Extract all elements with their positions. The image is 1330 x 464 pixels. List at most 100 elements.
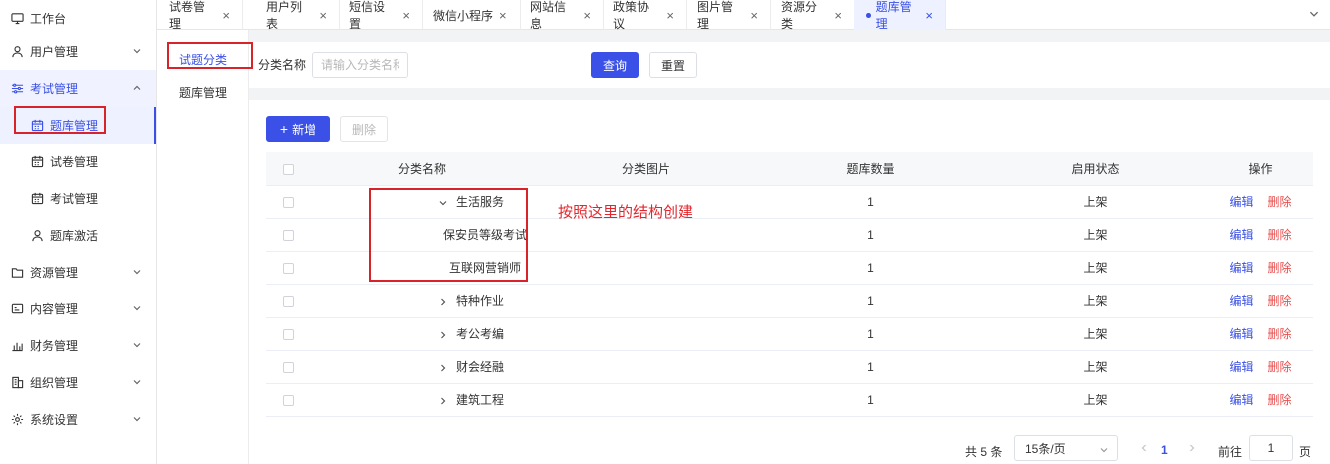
prev-page-icon[interactable] — [1139, 442, 1149, 452]
name-cell: 特种作业 — [310, 284, 534, 318]
row-checkbox[interactable] — [282, 295, 294, 307]
category-name: 生活服务 — [456, 195, 505, 209]
close-icon[interactable]: × — [925, 8, 933, 23]
tab-image-management[interactable]: 图片管理 × — [685, 0, 771, 31]
calendar-icon — [30, 155, 44, 169]
row-checkbox[interactable] — [282, 262, 294, 274]
table-row: 生活服务 1 上架 编辑 删除 — [266, 185, 1313, 219]
chevron-down-icon — [1099, 444, 1109, 454]
edit-link[interactable]: 编辑 — [1229, 360, 1253, 374]
page-suffix: 页 — [1299, 445, 1312, 459]
tab-label: 短信设置 — [349, 0, 386, 31]
sidebar-item-label: 用户管理 — [30, 45, 79, 59]
sidebar-item-label: 内容管理 — [30, 302, 79, 316]
select-all-checkbox[interactable] — [282, 163, 294, 175]
count-cell: 1 — [758, 284, 983, 318]
category-name: 互联网营销师 — [449, 261, 522, 275]
sidebar-item-dashboard[interactable]: 工作台 — [0, 0, 156, 37]
sidebar-item-question-bank[interactable]: 题库管理 — [0, 107, 156, 144]
sidebar-item-users[interactable]: 用户管理 — [0, 33, 156, 70]
close-icon[interactable]: × — [666, 8, 674, 23]
row-checkbox[interactable] — [282, 229, 294, 241]
tab-sms-settings[interactable]: 短信设置 × — [337, 0, 423, 31]
page-size-select[interactable]: 15条/页 — [1014, 435, 1118, 461]
row-checkbox[interactable] — [282, 196, 294, 208]
sidebar-item-finance[interactable]: 财务管理 — [0, 327, 156, 364]
close-icon[interactable]: × — [750, 8, 758, 23]
subnav-item-question-bank[interactable]: 题库管理 — [157, 77, 249, 107]
row-checkbox[interactable] — [282, 394, 294, 406]
delete-link[interactable]: 删除 — [1268, 261, 1292, 275]
sidebar-item-settings[interactable]: 系统设置 — [0, 401, 156, 438]
reset-button[interactable]: 重置 — [649, 52, 697, 78]
chevron-right-icon[interactable] — [438, 362, 448, 372]
pagination-total: 共 5 条 — [965, 445, 1003, 459]
close-icon[interactable]: × — [222, 8, 230, 23]
actions-cell: 编辑 删除 — [1208, 383, 1313, 417]
image-cell — [534, 317, 758, 351]
chevron-down-icon[interactable] — [1308, 8, 1320, 20]
name-cell: 建筑工程 — [310, 383, 534, 417]
next-page-icon[interactable] — [1187, 442, 1197, 452]
status-cell: 上架 — [983, 284, 1208, 318]
count-cell: 1 — [758, 251, 983, 285]
sidebar: 工作台 用户管理 考试管理 题库管理 试卷管理 考试管理 题库激活 资源管理 内… — [0, 0, 157, 464]
category-name-input[interactable] — [312, 52, 408, 78]
tab-policy[interactable]: 政策协议 × — [601, 0, 687, 31]
chevron-right-icon[interactable] — [438, 395, 448, 405]
close-icon[interactable]: × — [402, 8, 410, 23]
row-checkbox[interactable] — [282, 328, 294, 340]
add-button[interactable]: + 新增 — [266, 116, 330, 142]
status-cell: 上架 — [983, 350, 1208, 384]
tab-resource-category[interactable]: 资源分类 × — [769, 0, 855, 31]
sidebar-item-bank-activation[interactable]: 题库激活 — [0, 217, 156, 254]
batch-delete-button[interactable]: 删除 — [340, 116, 388, 142]
sidebar-item-organization[interactable]: 组织管理 — [0, 364, 156, 401]
sub-navigation: 试题分类 题库管理 — [157, 30, 249, 464]
page-number-current[interactable]: 1 — [1161, 443, 1168, 457]
row-checkbox[interactable] — [282, 361, 294, 373]
close-icon[interactable]: × — [583, 8, 591, 23]
delete-link[interactable]: 删除 — [1268, 228, 1292, 242]
chevron-right-icon[interactable] — [438, 329, 448, 339]
delete-link[interactable]: 删除 — [1268, 393, 1292, 407]
goto-page-input[interactable] — [1249, 435, 1293, 461]
edit-link[interactable]: 编辑 — [1229, 294, 1253, 308]
count-cell: 1 — [758, 185, 983, 219]
tab-paper-management[interactable]: 试卷管理 × — [157, 0, 243, 31]
tab-site-info[interactable]: 网站信息 × — [518, 0, 604, 31]
tab-question-bank[interactable]: 题库管理 × — [854, 0, 946, 31]
sidebar-item-paper-management[interactable]: 试卷管理 — [0, 143, 156, 180]
name-cell: 互联网营销师 — [310, 251, 534, 285]
chevron-down-icon[interactable] — [438, 197, 448, 207]
column-header-count: 题库数量 — [758, 152, 983, 186]
sidebar-item-content[interactable]: 内容管理 — [0, 290, 156, 327]
sidebar-item-exam-sub[interactable]: 考试管理 — [0, 180, 156, 217]
edit-link[interactable]: 编辑 — [1229, 195, 1253, 209]
sidebar-item-resources[interactable]: 资源管理 — [0, 254, 156, 291]
close-icon[interactable]: × — [499, 8, 507, 23]
sidebar-item-label: 资源管理 — [30, 266, 79, 280]
delete-link[interactable]: 删除 — [1268, 360, 1292, 374]
search-label: 分类名称 — [258, 58, 307, 72]
tab-label: 微信小程序 — [433, 8, 494, 23]
tab-label: 网站信息 — [530, 0, 567, 31]
chevron-right-icon[interactable] — [438, 296, 448, 306]
actions-cell: 编辑 删除 — [1208, 185, 1313, 219]
edit-link[interactable]: 编辑 — [1229, 228, 1253, 242]
tab-user-list[interactable]: 用户列表 × — [254, 0, 340, 31]
sidebar-item-label: 工作台 — [30, 12, 67, 26]
sidebar-item-exam-management[interactable]: 考试管理 — [0, 70, 156, 107]
sidebar-item-label: 财务管理 — [30, 339, 79, 353]
query-button[interactable]: 查询 — [591, 52, 639, 78]
tab-wechat-miniprogram[interactable]: 微信小程序 × — [421, 0, 521, 30]
delete-link[interactable]: 删除 — [1268, 195, 1292, 209]
delete-link[interactable]: 删除 — [1268, 294, 1292, 308]
edit-link[interactable]: 编辑 — [1229, 393, 1253, 407]
subnav-item-question-category[interactable]: 试题分类 — [157, 44, 249, 74]
delete-link[interactable]: 删除 — [1268, 327, 1292, 341]
edit-link[interactable]: 编辑 — [1229, 327, 1253, 341]
close-icon[interactable]: × — [834, 8, 842, 23]
close-icon[interactable]: × — [319, 8, 327, 23]
edit-link[interactable]: 编辑 — [1229, 261, 1253, 275]
